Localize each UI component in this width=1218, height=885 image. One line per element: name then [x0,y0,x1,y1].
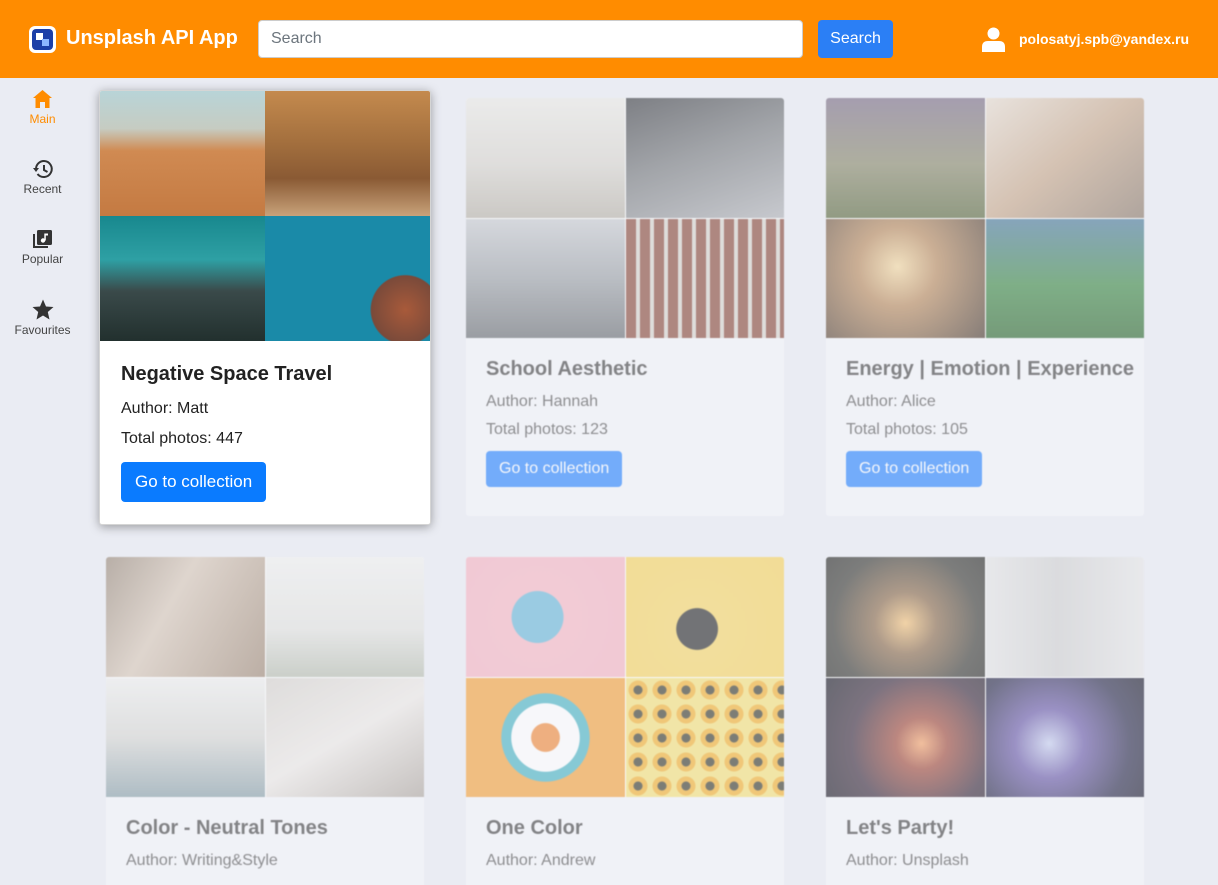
collection-title: One Color [486,817,583,839]
collection-card[interactable]: School Aesthetic Author: Hannah Total ph… [466,98,784,516]
sidebar-item-main[interactable]: Main [0,89,85,149]
search-input[interactable] [258,20,803,58]
collection-title: Let's Party! [846,817,955,839]
collection-preview [106,557,424,797]
sidebar-item-label: Favourites [14,323,71,337]
collection-author: Author: Hannah [486,393,599,410]
sidebar-item-popular[interactable]: Popular [0,229,85,289]
collection-total-photos: Total photos: 447 [121,430,243,447]
collection-title: Color - Neutral Tones [126,817,328,839]
search-button[interactable]: Search [818,20,893,58]
collection-title: Negative Space Travel [121,363,333,385]
collection-preview [826,557,1144,797]
collection-card[interactable]: Let's Party! Author: Unsplash [826,557,1144,885]
sidebar-item-favourites[interactable]: Favourites [0,299,85,359]
sidebar-item-recent[interactable]: Recent [0,159,85,219]
collection-preview [466,98,784,338]
go-to-collection-button[interactable]: Go to collection [846,451,983,487]
go-to-collection-button[interactable]: Go to collection [121,462,267,502]
collection-card-focused[interactable]: Negative Space Travel Author: Matt Total… [99,90,431,525]
collection-card[interactable]: Energy | Emotion | Experience Author: Al… [826,98,1144,516]
collection-author: Author: Writing&Style [126,852,278,869]
collection-card[interactable]: Color - Neutral Tones Author: Writing&St… [106,557,424,885]
sidebar-item-label: Popular [21,252,64,266]
app-title: Unsplash API App [66,27,238,49]
app-header: Unsplash API App Search polosatyj.spb@ya… [0,0,1218,78]
collection-card[interactable]: One Color Author: Andrew [466,557,784,885]
history-icon [32,160,53,178]
collection-author: Author: Andrew [486,852,596,869]
music-library-icon [33,230,52,248]
go-to-collection-button[interactable]: Go to collection [486,451,623,487]
collection-author: Author: Matt [121,400,209,417]
collection-title: School Aesthetic [486,358,648,380]
collection-preview [100,91,430,341]
collection-preview [466,557,784,797]
app-logo-icon [29,26,56,53]
collection-total-photos: Total photos: 123 [486,421,608,438]
collection-author: Author: Unsplash [846,852,969,869]
collection-author: Author: Alice [846,393,936,410]
user-email[interactable]: polosatyj.spb@yandex.ru [1019,31,1189,47]
home-icon [33,90,52,108]
collection-title: Energy | Emotion | Experience [846,358,1134,380]
sidebar-item-label: Recent [23,182,62,196]
collection-preview [826,98,1144,338]
user-icon[interactable] [982,27,1005,52]
sidebar-item-label: Main [29,112,56,126]
collection-total-photos: Total photos: 105 [846,421,968,438]
star-icon [32,299,53,320]
